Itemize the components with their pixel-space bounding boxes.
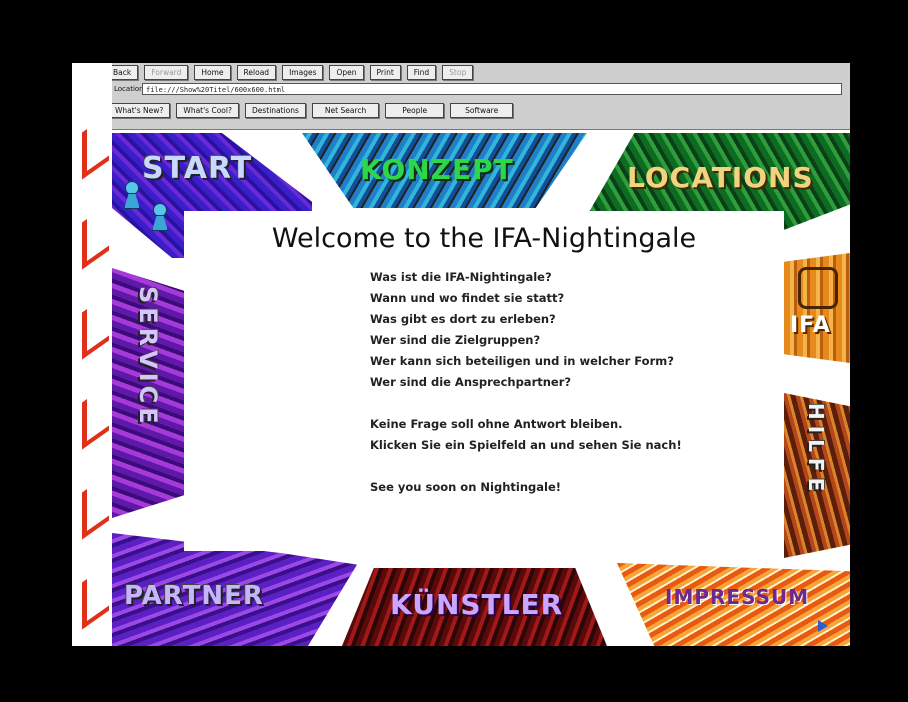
question-item: Was ist die IFA-Nightingale?: [370, 270, 552, 284]
tile-ifa[interactable]: IFA: [784, 253, 850, 363]
binding-hook: [82, 383, 109, 450]
question-item: Wann und wo findet sie statt?: [370, 291, 565, 305]
binding-hook: [82, 473, 109, 540]
print-button[interactable]: Print: [369, 65, 401, 80]
question-item: Was gibt es dort zu erleben?: [370, 312, 556, 326]
people-button[interactable]: People: [385, 103, 445, 118]
find-button[interactable]: Find: [406, 65, 437, 80]
browser-chrome: Back Forward Home Reload Images Open Pri…: [106, 63, 850, 130]
ifa-face-icon: [798, 267, 838, 309]
play-arrow-icon[interactable]: [818, 620, 828, 632]
navigation-toolbar: Back Forward Home Reload Images Open Pri…: [106, 65, 479, 81]
browser-screen: Back Forward Home Reload Images Open Pri…: [72, 63, 850, 646]
home-button[interactable]: Home: [194, 65, 231, 80]
welcome-title: Welcome to the IFA-Nightingale: [271, 223, 697, 254]
binding-hook: [82, 113, 109, 180]
tile-kuenstler-label: KÜNSTLER: [390, 588, 564, 621]
tile-konzept-label: KONZEPT: [360, 153, 514, 186]
tile-ifa-label: IFA: [790, 313, 831, 338]
tile-partner-label: PARTNER: [124, 581, 264, 611]
question-item: Wer sind die Zielgruppen?: [370, 333, 541, 347]
welcome-panel: Welcome to the IFA-Nightingale Was ist d…: [184, 211, 784, 551]
whats-new-button[interactable]: What's New?: [108, 103, 171, 118]
signoff-line: See you soon on Nightingale!: [370, 480, 561, 494]
tile-impressum[interactable]: IMPRESSUM: [617, 563, 850, 646]
tile-locations-label: LOCATIONS: [627, 161, 814, 194]
location-input[interactable]: file:///Show%20Titel/600x600.html: [142, 83, 842, 95]
tile-kuenstler[interactable]: KÜNSTLER: [342, 568, 607, 646]
software-button[interactable]: Software: [450, 103, 514, 118]
tile-impressum-label: IMPRESSUM: [665, 585, 810, 609]
whats-cool-button[interactable]: What's Cool?: [176, 103, 239, 118]
question-item: Wer kann sich beteiligen und in welcher …: [370, 354, 674, 368]
tile-start-label: START: [142, 151, 253, 186]
pawn-icon: [152, 203, 168, 231]
tile-service-label: SERVICE: [134, 286, 162, 428]
closing-line: Klicken Sie ein Spielfeld an und sehen S…: [370, 438, 682, 452]
binding-hook: [82, 563, 109, 630]
reload-button[interactable]: Reload: [236, 65, 277, 80]
destinations-button[interactable]: Destinations: [244, 103, 306, 118]
open-button[interactable]: Open: [329, 65, 364, 80]
question-item: Wer sind die Ansprechpartner?: [370, 375, 572, 389]
binding-hook: [82, 203, 109, 270]
directory-toolbar: What's New? What's Cool? Destinations Ne…: [108, 103, 519, 119]
spiral-binding: [72, 63, 112, 646]
forward-button[interactable]: Forward: [144, 65, 189, 80]
location-bar: Location: file:///Show%20Titel/600x600.h…: [112, 83, 850, 97]
tile-hilfe-label: HILFE: [804, 403, 828, 498]
net-search-button[interactable]: Net Search: [311, 103, 380, 118]
closing-line: Keine Frage soll ohne Antwort bleiben.: [370, 417, 623, 431]
tile-hilfe[interactable]: HILFE: [784, 393, 850, 558]
binding-hook: [82, 293, 109, 360]
pawn-icon: [124, 181, 140, 209]
images-button[interactable]: Images: [282, 65, 324, 80]
question-list: Was ist die IFA-Nightingale? Wann und wo…: [370, 267, 682, 498]
stop-button[interactable]: Stop: [442, 65, 474, 80]
tile-konzept[interactable]: KONZEPT: [302, 133, 587, 208]
